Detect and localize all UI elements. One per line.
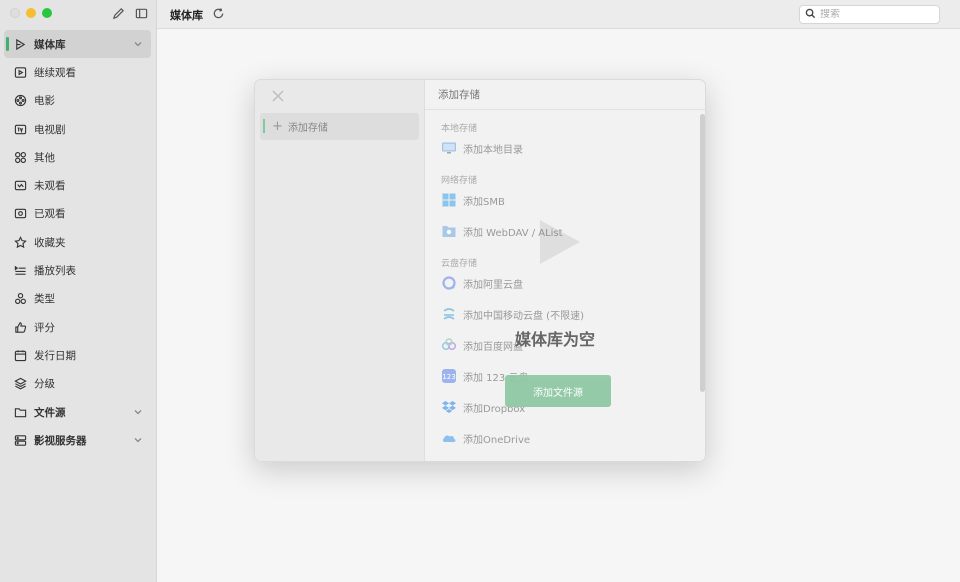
- dropbox-icon: [441, 399, 457, 415]
- close-icon[interactable]: [272, 90, 284, 102]
- option-add-china-mobile-cloud[interactable]: 添加中国移动云盘 (不限速): [441, 306, 584, 322]
- film-reel-icon: [13, 94, 27, 108]
- sidebar-item-media-library[interactable]: 媒体库: [4, 30, 151, 59]
- star-icon: [13, 235, 27, 249]
- playlist-icon: [13, 264, 27, 278]
- edit-icon[interactable]: [112, 7, 125, 23]
- sidebar-item-label: 电影: [34, 95, 55, 108]
- sidebar-item-label: 发行日期: [34, 349, 76, 362]
- sidebar-toggle-icon[interactable]: [135, 7, 148, 23]
- sidebar-nav: 媒体库 继续观看 电影 电视剧 其他 未观看 已观看 收藏夹 播放列表 类型 评…: [4, 30, 151, 454]
- refresh-icon[interactable]: [212, 7, 225, 20]
- sidebar-item-label: 已观看: [34, 208, 66, 221]
- option-add-aliyun[interactable]: 添加阿里云盘: [441, 275, 523, 291]
- genre-icon: [13, 292, 27, 306]
- dialog-scrollbar[interactable]: [700, 114, 705, 392]
- sidebar-item-ratings[interactable]: 评分: [4, 313, 151, 341]
- empty-library-watermark-icon: [540, 220, 580, 264]
- unwatched-icon: [13, 179, 27, 193]
- option-label: 添加阿里云盘: [463, 279, 523, 291]
- sidebar-item-label: 电视剧: [34, 123, 66, 136]
- sidebar: 媒体库 继续观看 电影 电视剧 其他 未观看 已观看 收藏夹 播放列表 类型 评…: [0, 0, 157, 582]
- search-box[interactable]: [799, 5, 940, 24]
- sidebar-item-watched[interactable]: 已观看: [4, 200, 151, 228]
- sidebar-item-label: 评分: [34, 321, 55, 334]
- option-label: 添加中国移动云盘 (不限速): [463, 310, 584, 322]
- sidebar-item-media-servers[interactable]: 影视服务器: [4, 426, 151, 454]
- sidebar-item-label: 文件源: [34, 406, 66, 419]
- aliyun-icon: [441, 275, 457, 291]
- sidebar-item-label: 播放列表: [34, 265, 76, 278]
- sidebar-item-other[interactable]: 其他: [4, 143, 151, 171]
- sidebar-item-label: 收藏夹: [34, 236, 66, 249]
- option-label: 添加百度网盘: [463, 341, 523, 353]
- svg-text:123: 123: [442, 373, 455, 381]
- option-label: 添加OneDrive: [463, 434, 531, 446]
- close-window-button[interactable]: [10, 8, 20, 18]
- monitor-icon: [441, 140, 457, 156]
- dialog-sidebar: + 添加存储: [255, 80, 425, 461]
- watched-icon: [13, 207, 27, 221]
- sidebar-item-release-date[interactable]: 发行日期: [4, 341, 151, 369]
- server-icon: [13, 433, 27, 447]
- maximize-window-button[interactable]: [42, 8, 52, 18]
- option-add-onedrive[interactable]: 添加OneDrive: [441, 430, 530, 446]
- sidebar-item-label: 媒体库: [34, 38, 66, 51]
- play-square-icon: [13, 65, 27, 79]
- sidebar-item-playlists[interactable]: 播放列表: [4, 256, 151, 284]
- search-input[interactable]: [820, 9, 930, 20]
- media-library-icon: [13, 37, 27, 51]
- top-bar: 媒体库: [157, 0, 960, 29]
- sidebar-item-unwatched[interactable]: 未观看: [4, 171, 151, 199]
- sidebar-item-label: 未观看: [34, 180, 66, 193]
- dialog-side-item-label: 添加存储: [287, 123, 328, 134]
- sidebar-item-label: 继续观看: [34, 66, 76, 79]
- chevron-down-icon[interactable]: [133, 39, 143, 49]
- page-title: 媒体库: [170, 9, 203, 22]
- onedrive-icon: [441, 430, 457, 446]
- option-add-baidu-netdisk[interactable]: 添加百度网盘: [441, 337, 523, 353]
- search-icon: [805, 8, 820, 22]
- windows-icon: [441, 192, 457, 208]
- add-file-source-button[interactable]: 添加文件源: [505, 375, 611, 407]
- option-add-local-directory[interactable]: 添加本地目录: [441, 140, 523, 156]
- dialog-side-item-add-storage[interactable]: + 添加存储: [260, 113, 419, 140]
- add-storage-dialog: + 添加存储 添加存储 本地存储 添加本地目录 网络存储 添加SMB 添加 We…: [254, 79, 706, 462]
- grid-circles-icon: [13, 150, 27, 164]
- section-title: 云盘存储: [441, 259, 478, 269]
- plus-icon: +: [272, 119, 283, 134]
- sidebar-item-movies[interactable]: 电影: [4, 87, 151, 115]
- sidebar-item-label: 分级: [34, 378, 55, 391]
- thumbs-up-icon: [13, 320, 27, 334]
- sidebar-item-file-sources[interactable]: 文件源: [4, 398, 151, 426]
- option-label: 添加本地目录: [463, 144, 523, 156]
- sidebar-item-label: 其他: [34, 151, 55, 164]
- folder-icon: [13, 405, 27, 419]
- window-controls: [10, 8, 52, 18]
- sidebar-item-rating-levels[interactable]: 分级: [4, 370, 151, 398]
- option-add-smb[interactable]: 添加SMB: [441, 192, 505, 208]
- chevron-down-icon[interactable]: [133, 407, 143, 417]
- sidebar-item-continue-watching[interactable]: 继续观看: [4, 58, 151, 86]
- calendar-icon: [13, 348, 27, 362]
- sidebar-item-label: 类型: [34, 293, 55, 306]
- chevron-down-icon[interactable]: [133, 435, 143, 445]
- tv-icon: [13, 122, 27, 136]
- minimize-window-button[interactable]: [26, 8, 36, 18]
- baidu-netdisk-icon: [441, 337, 457, 353]
- sidebar-item-label: 影视服务器: [34, 434, 87, 447]
- dialog-header: 添加存储: [425, 80, 705, 110]
- webdav-folder-icon: [441, 223, 457, 239]
- option-label: 添加SMB: [463, 196, 505, 208]
- layers-icon: [13, 377, 27, 391]
- sidebar-item-genres[interactable]: 类型: [4, 285, 151, 313]
- sidebar-toolbar: [112, 7, 148, 23]
- section-title: 网络存储: [441, 176, 478, 186]
- sidebar-item-favorites[interactable]: 收藏夹: [4, 228, 151, 256]
- 123-cloud-icon: 123: [441, 368, 457, 384]
- section-title: 本地存储: [441, 124, 478, 134]
- china-mobile-cloud-icon: [441, 306, 457, 322]
- empty-state-title: 媒体库为空: [515, 330, 596, 349]
- sidebar-item-tv-series[interactable]: 电视剧: [4, 115, 151, 143]
